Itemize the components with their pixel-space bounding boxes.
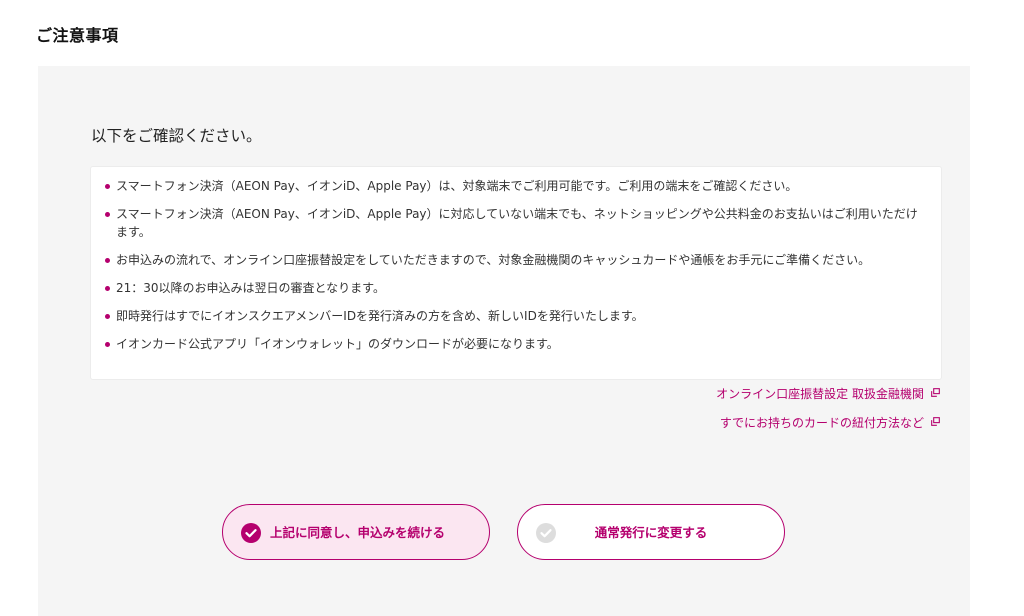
bank-list-link-label: オンライン口座振替設定 取扱金融機関 bbox=[716, 387, 924, 401]
notice-item: 21：30以降のお申込みは翌日の審査となります。 bbox=[105, 279, 925, 297]
normal-issue-label: 通常発行に変更する bbox=[594, 525, 708, 540]
notice-item: イオンカード公式アプリ「イオンウォレット」のダウンロードが必要になります。 bbox=[105, 335, 925, 353]
notice-list: スマートフォン決済（AEON Pay、イオンiD、Apple Pay）は、対象端… bbox=[105, 177, 925, 353]
external-link-icon bbox=[931, 388, 940, 397]
page: ご注意事項 以下をご確認ください。 スマートフォン決済（AEON Pay、イオン… bbox=[0, 0, 1024, 616]
notice-item: スマートフォン決済（AEON Pay、イオンiD、Apple Pay）は、対象端… bbox=[105, 177, 925, 195]
normal-issue-button[interactable]: 通常発行に変更する bbox=[517, 504, 785, 560]
notice-item: 即時発行はすでにイオンスクエアメンバーIDを発行済みの方を含め、新しいIDを発行… bbox=[105, 307, 925, 325]
card-linking-link-label: すでにお持ちのカードの紐付方法など bbox=[719, 416, 924, 430]
notice-item: お申込みの流れで、オンライン口座振替設定をしていただきますので、対象金融機関のキ… bbox=[105, 251, 925, 269]
external-links: オンライン口座振替設定 取扱金融機関 すでにお持ちのカードの紐付方法など bbox=[716, 386, 940, 444]
notice-box: スマートフォン決済（AEON Pay、イオンiD、Apple Pay）は、対象端… bbox=[90, 166, 942, 380]
notice-item: スマートフォン決済（AEON Pay、イオンiD、Apple Pay）に対応して… bbox=[105, 205, 925, 241]
intro-text: 以下をご確認ください。 bbox=[91, 127, 262, 145]
card-linking-link[interactable]: すでにお持ちのカードの紐付方法など bbox=[716, 415, 940, 431]
agree-continue-label: 上記に同意し、申込みを続ける bbox=[270, 525, 446, 540]
section-heading: ご注意事項 bbox=[36, 26, 119, 45]
agree-continue-button[interactable]: 上記に同意し、申込みを続ける bbox=[222, 504, 490, 560]
external-link-icon bbox=[931, 417, 940, 426]
bank-list-link[interactable]: オンライン口座振替設定 取扱金融機関 bbox=[716, 386, 940, 402]
notice-panel: 以下をご確認ください。 スマートフォン決済（AEON Pay、イオンiD、App… bbox=[38, 66, 970, 616]
